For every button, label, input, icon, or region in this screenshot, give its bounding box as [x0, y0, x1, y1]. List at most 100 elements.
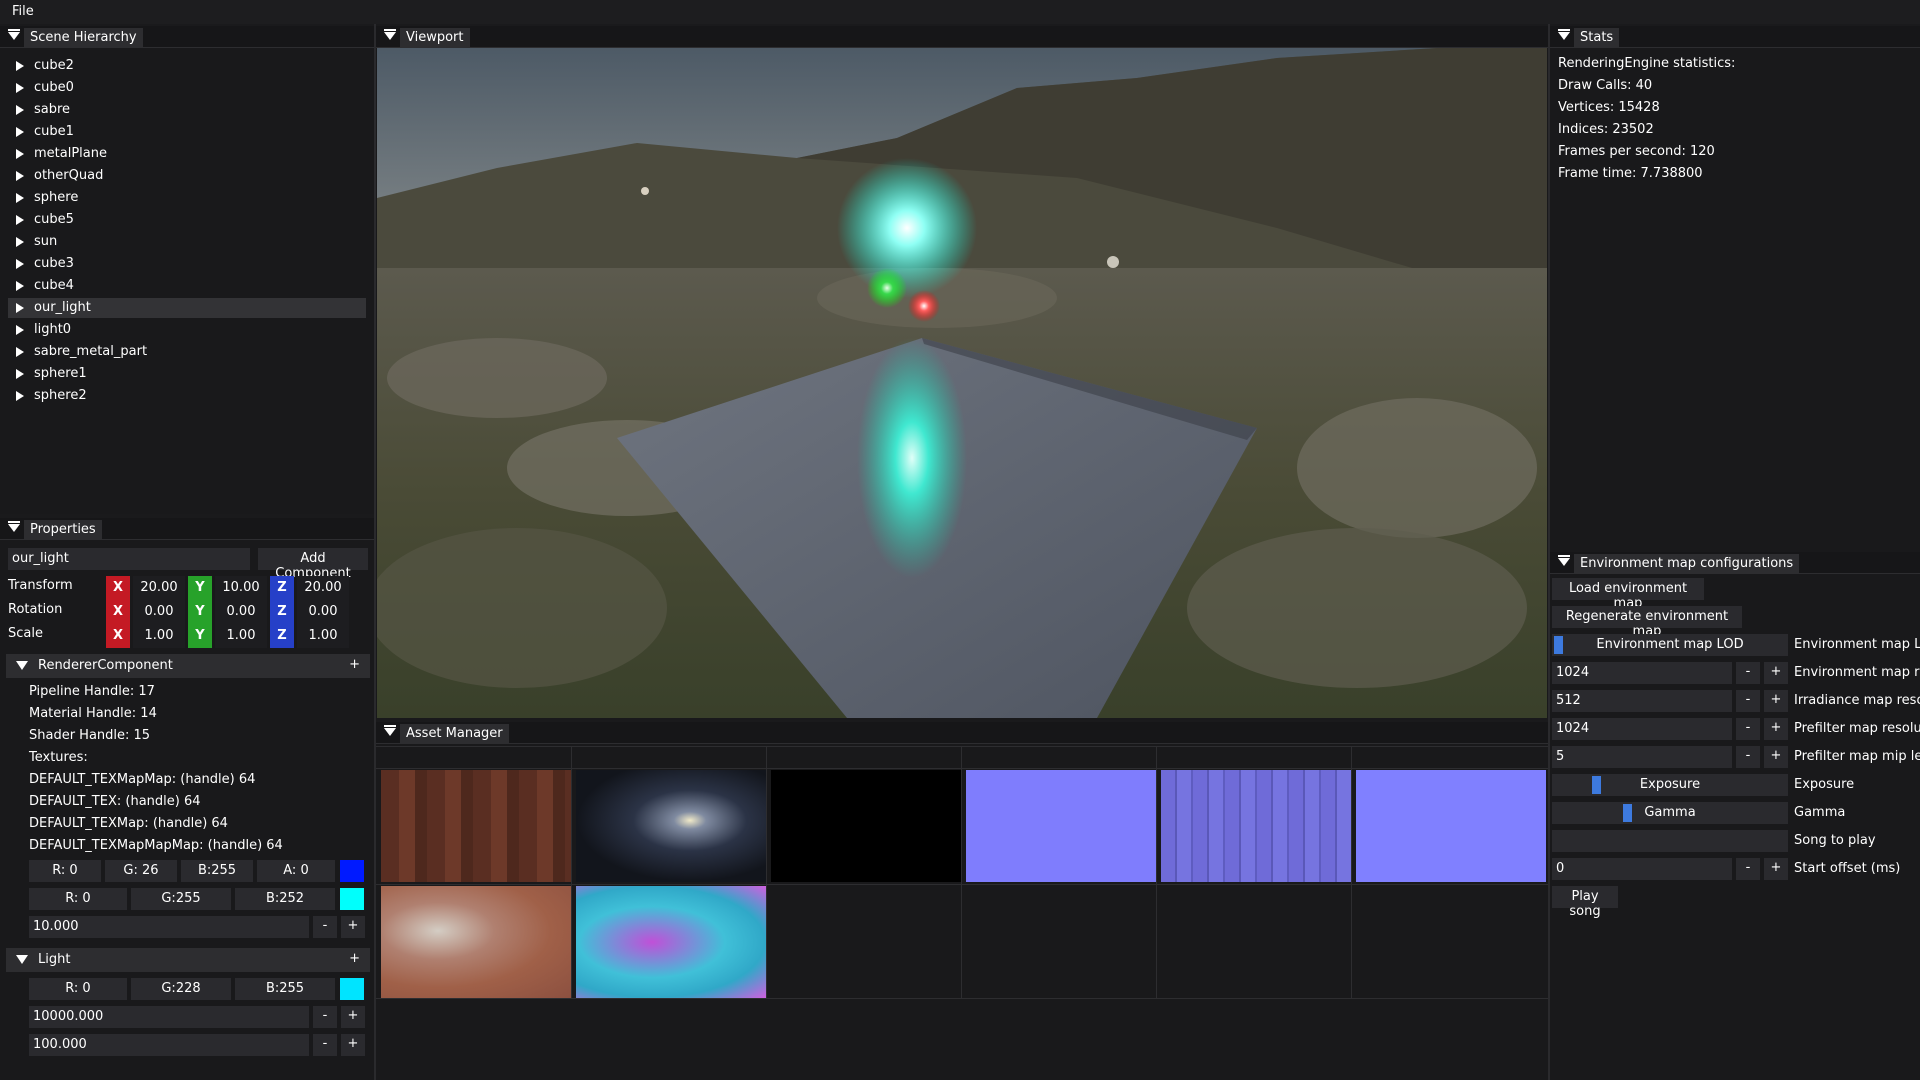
decrement-button[interactable]: -: [313, 1006, 337, 1028]
transform-x-field[interactable]: 20.00: [133, 576, 185, 600]
expand-arrow-icon[interactable]: [16, 347, 24, 357]
increment-button[interactable]: +: [1764, 690, 1788, 712]
renderer-value-field[interactable]: 10.000: [29, 916, 309, 938]
menu-file[interactable]: File: [12, 4, 34, 19]
scale-y-field[interactable]: 1.00: [215, 624, 267, 648]
hierarchy-item-cube5[interactable]: cube5: [8, 210, 366, 230]
color2-r-field[interactable]: R: 0: [29, 888, 127, 910]
light-b-field[interactable]: B:255: [235, 978, 335, 1000]
irradiance-resolution-field[interactable]: 512: [1552, 690, 1732, 712]
light-radius-field[interactable]: 100.000: [29, 1034, 309, 1056]
expand-arrow-icon[interactable]: [16, 149, 24, 159]
viewport-render[interactable]: [377, 48, 1547, 718]
increment-button[interactable]: +: [341, 1034, 365, 1056]
hierarchy-item-metalPlane[interactable]: metalPlane: [8, 144, 366, 164]
light-r-field[interactable]: R: 0: [29, 978, 127, 1000]
gamma-slider[interactable]: Gamma: [1552, 802, 1788, 824]
expand-arrow-icon[interactable]: [16, 215, 24, 225]
transform-y-field[interactable]: 10.00: [215, 576, 267, 600]
collapse-icon[interactable]: [8, 29, 20, 40]
song-to-play-field[interactable]: [1552, 830, 1788, 852]
load-environment-map-button[interactable]: Load environment map: [1552, 578, 1704, 611]
collapse-icon[interactable]: [384, 725, 396, 736]
slider-grab[interactable]: [1623, 804, 1633, 822]
asset-thumbnail-wood[interactable]: [381, 770, 571, 882]
scale-x-field[interactable]: 1.00: [133, 624, 185, 648]
color-g-field[interactable]: G: 26: [105, 860, 177, 882]
transform-z-field[interactable]: 20.00: [297, 576, 349, 600]
renderer-add-icon[interactable]: +: [349, 657, 360, 672]
expand-arrow-icon[interactable]: [16, 303, 24, 313]
collapse-icon[interactable]: [8, 521, 20, 532]
prefilter-resolution-field[interactable]: 1024: [1552, 718, 1732, 740]
hierarchy-item-cube3[interactable]: cube3: [8, 254, 366, 274]
expand-arrow-icon[interactable]: [16, 369, 24, 379]
decrement-button[interactable]: -: [1736, 858, 1760, 880]
expand-arrow-icon[interactable]: [16, 325, 24, 335]
expand-arrow-icon[interactable]: [16, 105, 24, 115]
hierarchy-item-sphere1[interactable]: sphere1: [8, 364, 366, 384]
expand-arrow-icon[interactable]: [16, 171, 24, 181]
asset-thumbnail-normal-flat-2[interactable]: [1356, 770, 1546, 882]
hierarchy-item-cube0[interactable]: cube0: [8, 78, 366, 98]
light-add-icon[interactable]: +: [349, 951, 360, 966]
increment-button[interactable]: +: [1764, 718, 1788, 740]
light-g-field[interactable]: G:228: [131, 978, 231, 1000]
hierarchy-item-sabre[interactable]: sabre: [8, 100, 366, 120]
start-offset-field[interactable]: 0: [1552, 858, 1732, 880]
expand-arrow-icon[interactable]: [16, 193, 24, 203]
hierarchy-item-cube4[interactable]: cube4: [8, 276, 366, 296]
slider-grab[interactable]: [1591, 776, 1601, 794]
renderer-component-header[interactable]: RendererComponent +: [6, 654, 370, 678]
scale-z-field[interactable]: 1.00: [297, 624, 349, 648]
asset-thumbnail-rock[interactable]: [381, 886, 571, 998]
hierarchy-item-sun[interactable]: sun: [8, 232, 366, 252]
prefilter-mip-levels-field[interactable]: 5: [1552, 746, 1732, 768]
collapse-icon[interactable]: [384, 29, 396, 40]
environment-resolution-field[interactable]: 1024: [1552, 662, 1732, 684]
color-swatch[interactable]: [340, 860, 364, 882]
asset-thumbnail-rock-normal[interactable]: [576, 886, 766, 998]
play-song-button[interactable]: Play song: [1552, 886, 1618, 919]
hierarchy-item-cube2[interactable]: cube2: [8, 56, 366, 76]
light-intensity-field[interactable]: 10000.000: [29, 1006, 309, 1028]
decrement-button[interactable]: -: [313, 1034, 337, 1056]
increment-button[interactable]: +: [341, 916, 365, 938]
asset-thumbnail-normal-flat[interactable]: [966, 770, 1156, 882]
expand-arrow-icon[interactable]: [16, 61, 24, 71]
slider-grab[interactable]: [1554, 636, 1563, 654]
hierarchy-item-sabre_metal_part[interactable]: sabre_metal_part: [8, 342, 366, 362]
expand-arrow-icon[interactable]: [16, 127, 24, 137]
increment-button[interactable]: +: [1764, 662, 1788, 684]
collapse-icon[interactable]: [1558, 29, 1570, 40]
hierarchy-item-otherQuad[interactable]: otherQuad: [8, 166, 366, 186]
hierarchy-item-light0[interactable]: light0: [8, 320, 366, 340]
light-component-header[interactable]: Light +: [6, 948, 370, 972]
hierarchy-item-sphere[interactable]: sphere: [8, 188, 366, 208]
color2-b-field[interactable]: B:252: [235, 888, 335, 910]
exposure-slider[interactable]: Exposure: [1552, 774, 1788, 796]
color-b-field[interactable]: B:255: [181, 860, 253, 882]
decrement-button[interactable]: -: [1736, 690, 1760, 712]
rotation-y-field[interactable]: 0.00: [215, 600, 267, 624]
rotation-x-field[interactable]: 0.00: [133, 600, 185, 624]
decrement-button[interactable]: -: [1736, 746, 1760, 768]
color2-swatch[interactable]: [340, 888, 364, 910]
expand-arrow-icon[interactable]: [16, 237, 24, 247]
expand-arrow-icon[interactable]: [16, 259, 24, 269]
expand-arrow-icon[interactable]: [16, 281, 24, 291]
add-component-button[interactable]: Add Component: [258, 548, 368, 581]
regenerate-environment-map-button[interactable]: Regenerate environment map: [1552, 606, 1742, 639]
increment-button[interactable]: +: [341, 1006, 365, 1028]
decrement-button[interactable]: -: [1736, 718, 1760, 740]
increment-button[interactable]: +: [1764, 746, 1788, 768]
color-r-field[interactable]: R: 0: [29, 860, 101, 882]
asset-thumbnail-hdri[interactable]: [576, 770, 766, 882]
asset-thumbnail-normal-wood[interactable]: [1161, 770, 1351, 882]
decrement-button[interactable]: -: [313, 916, 337, 938]
increment-button[interactable]: +: [1764, 858, 1788, 880]
expand-arrow-icon[interactable]: [16, 391, 24, 401]
hierarchy-item-our_light[interactable]: our_light: [8, 298, 366, 318]
color2-g-field[interactable]: G:255: [131, 888, 231, 910]
asset-thumbnail-black[interactable]: [771, 770, 961, 882]
